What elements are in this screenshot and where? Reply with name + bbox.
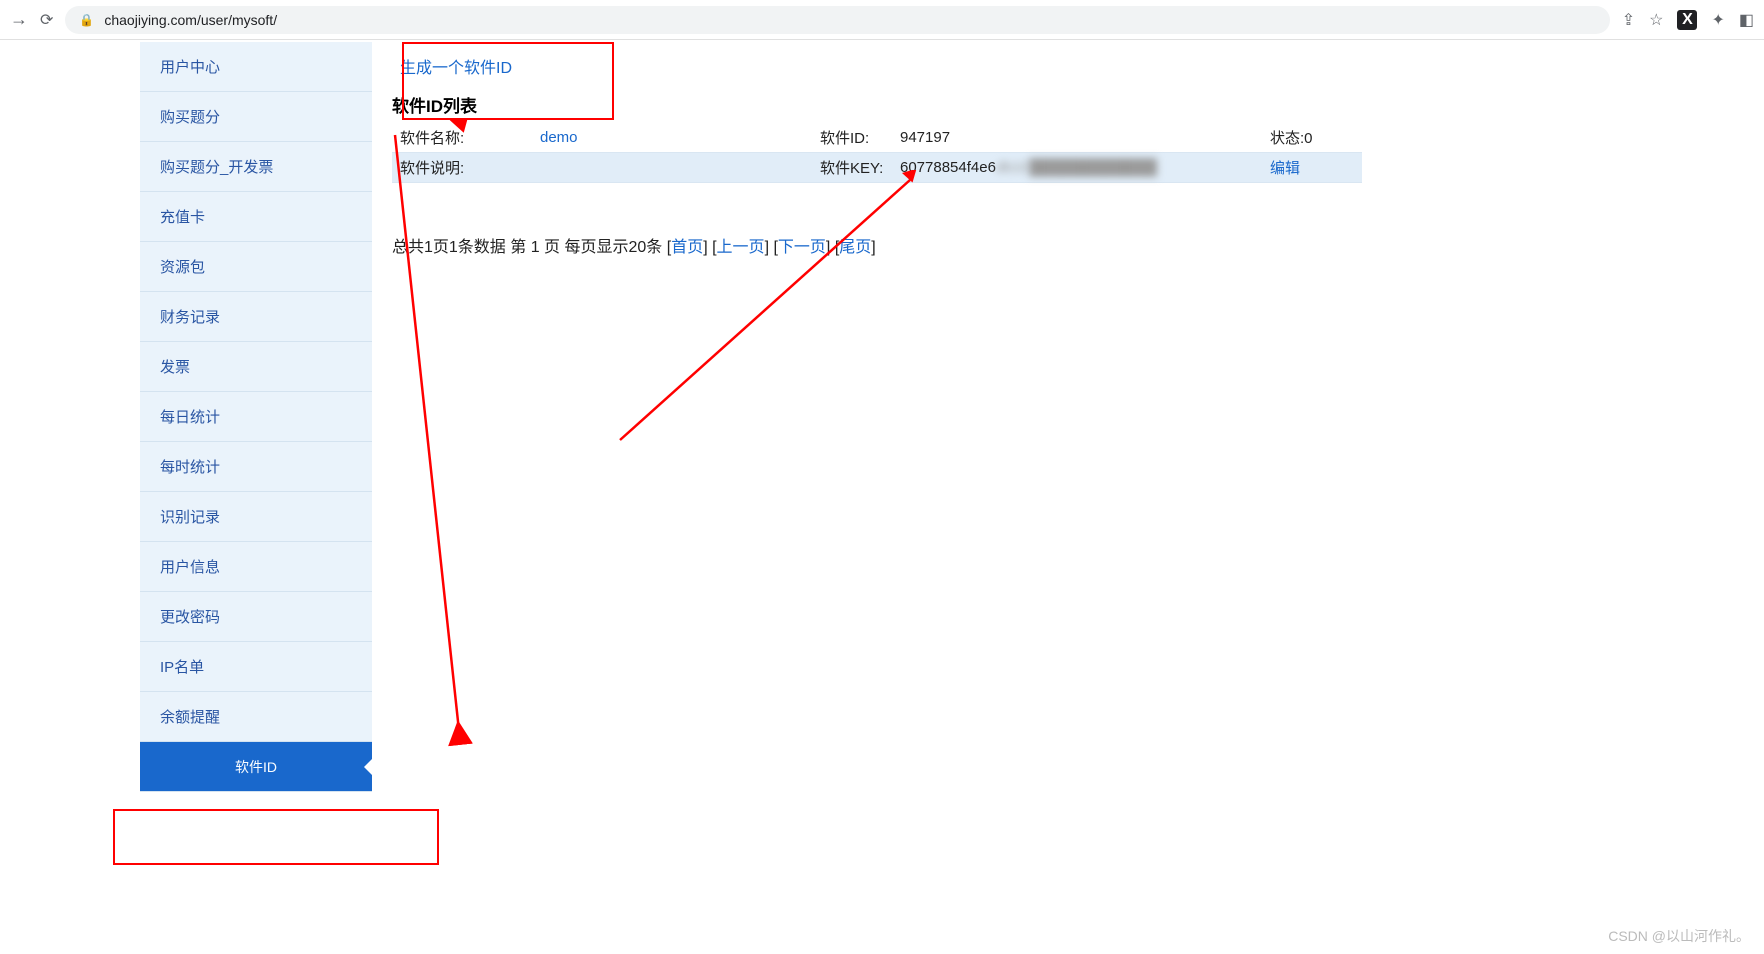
extensions-icon[interactable]: ✦ <box>1711 10 1724 30</box>
sidebar-item-change-password[interactable]: 更改密码 <box>140 592 372 642</box>
desc-value <box>532 153 812 183</box>
sidebar-item-label: 购买题分 <box>160 106 220 127</box>
address-bar[interactable]: 🔒 chaojiying.com/user/mysoft/ <box>65 6 1609 34</box>
sidebar-item-buy-points-invoice[interactable]: 购买题分_开发票 <box>140 142 372 192</box>
sidebar-item-label: IP名单 <box>160 656 204 677</box>
forward-arrow-icon[interactable]: → <box>10 9 28 30</box>
pagination-info: 总共1页1条数据 第 1 页 每页显示20条 <box>392 239 667 256</box>
key-value: 60778854f4e6db10████████████ <box>892 153 1262 183</box>
generate-software-id-link[interactable]: 生成一个软件ID <box>400 54 512 78</box>
lock-icon: 🔒 <box>79 13 94 27</box>
sidebar-item-finance-record[interactable]: 财务记录 <box>140 292 372 342</box>
sidebar-item-label: 更改密码 <box>160 606 220 627</box>
sidebar-item-ip-list[interactable]: IP名单 <box>140 642 372 692</box>
software-id-list-title: 软件ID列表 <box>392 92 1362 117</box>
sidepanel-icon[interactable]: ◧ <box>1739 10 1754 30</box>
annotation-box-bottom <box>113 809 439 865</box>
bookmark-icon[interactable]: ☆ <box>1649 10 1663 30</box>
pagination: 总共1页1条数据 第 1 页 每页显示20条 [首页] [上一页] [下一页] … <box>392 233 1362 257</box>
key-label: 软件KEY: <box>812 153 892 183</box>
sidebar-item-daily-stats[interactable]: 每日统计 <box>140 392 372 442</box>
sidebar-item-label: 软件ID <box>235 757 277 777</box>
sidebar-item-label: 资源包 <box>160 256 205 277</box>
sidebar-item-invoice[interactable]: 发票 <box>140 342 372 392</box>
sidebar-item-user-info[interactable]: 用户信息 <box>140 542 372 592</box>
sidebar-item-label: 每时统计 <box>160 456 220 477</box>
sidebar-item-hourly-stats[interactable]: 每时统计 <box>140 442 372 492</box>
reload-icon[interactable]: ⟳ <box>40 10 53 30</box>
prev-page-link[interactable]: 上一页 <box>717 239 765 256</box>
name-label: 软件名称: <box>392 123 532 153</box>
status-label: 状态:0 <box>1262 123 1362 153</box>
sidebar-item-label: 购买题分_开发票 <box>160 156 273 177</box>
desc-label: 软件说明: <box>392 153 532 183</box>
sidebar-item-label: 财务记录 <box>160 306 220 327</box>
id-label: 软件ID: <box>812 123 892 153</box>
name-value: demo <box>532 123 812 153</box>
table-row: 软件名称: demo 软件ID: 947197 状态:0 <box>392 123 1362 153</box>
sidebar-item-resource-pack[interactable]: 资源包 <box>140 242 372 292</box>
sidebar-item-label: 发票 <box>160 356 190 377</box>
extension-x-icon[interactable]: X <box>1677 10 1697 30</box>
edit-link[interactable]: 编辑 <box>1262 153 1362 183</box>
software-table: 软件名称: demo 软件ID: 947197 状态:0 软件说明: 软件KEY… <box>392 123 1362 183</box>
sidebar-item-recognition-record[interactable]: 识别记录 <box>140 492 372 542</box>
last-page-link[interactable]: 尾页 <box>839 239 871 256</box>
watermark: CSDN @以山河作礼。 <box>1608 926 1750 946</box>
sidebar-item-software-id[interactable]: 软件ID <box>140 742 372 792</box>
main-content: 生成一个软件ID 软件ID列表 软件名称: demo 软件ID: 947197 … <box>372 42 1382 792</box>
sidebar-item-recharge-card[interactable]: 充值卡 <box>140 192 372 242</box>
browser-actions: ⇪ ☆ X ✦ ◧ <box>1622 10 1754 30</box>
next-page-link[interactable]: 下一页 <box>778 239 826 256</box>
sidebar-item-label: 每日统计 <box>160 406 220 427</box>
sidebar-item-label: 用户中心 <box>160 56 220 77</box>
id-value: 947197 <box>892 123 1262 153</box>
browser-toolbar: → ⟳ 🔒 chaojiying.com/user/mysoft/ ⇪ ☆ X … <box>0 0 1764 40</box>
table-row: 软件说明: 软件KEY: 60778854f4e6db10███████████… <box>392 153 1362 183</box>
sidebar: 用户中心 购买题分 购买题分_开发票 充值卡 资源包 财务记录 发票 每日统计 … <box>140 42 372 792</box>
sidebar-item-buy-points[interactable]: 购买题分 <box>140 92 372 142</box>
first-page-link[interactable]: 首页 <box>671 239 703 256</box>
url-text: chaojiying.com/user/mysoft/ <box>104 12 277 28</box>
sidebar-item-label: 充值卡 <box>160 206 205 227</box>
sidebar-item-label: 识别记录 <box>160 506 220 527</box>
sidebar-item-label: 用户信息 <box>160 556 220 577</box>
share-icon[interactable]: ⇪ <box>1622 10 1635 30</box>
sidebar-item-balance-alert[interactable]: 余额提醒 <box>140 692 372 742</box>
sidebar-item-user-center[interactable]: 用户中心 <box>140 42 372 92</box>
sidebar-item-label: 余额提醒 <box>160 706 220 727</box>
